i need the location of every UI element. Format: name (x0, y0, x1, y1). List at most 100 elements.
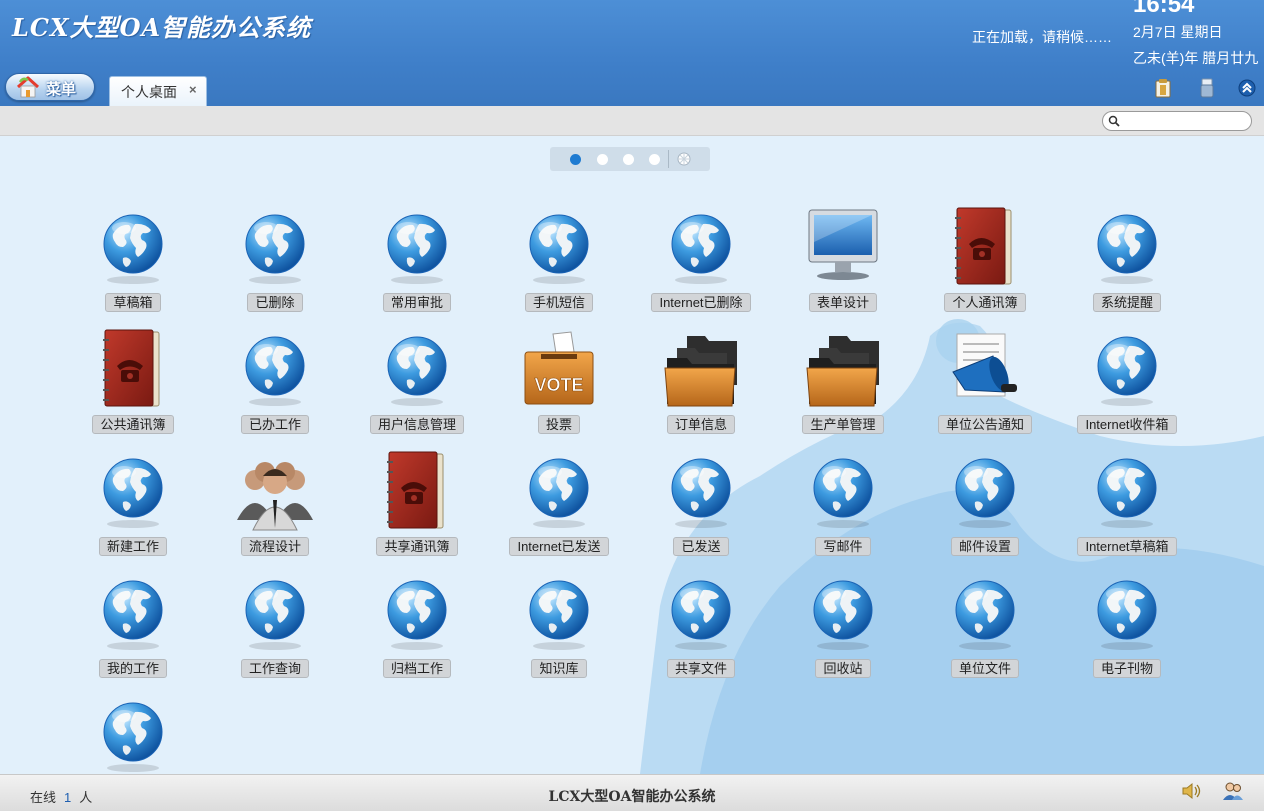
folders-icon (664, 336, 737, 407)
globe-icon (943, 572, 1027, 656)
date-text: 2月7日 星期日 (1133, 24, 1223, 40)
search-input[interactable] (1123, 113, 1247, 129)
desktop-app[interactable]: Internet已删除 (630, 206, 772, 328)
desktop-app[interactable]: 用户信息管理 (346, 328, 488, 450)
app-title: LCX大型OA智能办公系统 (12, 13, 312, 42)
globe-icon (659, 450, 743, 534)
page-dot-4[interactable] (649, 154, 660, 165)
page-dot-3[interactable] (623, 154, 634, 165)
address-book-icon (103, 329, 160, 407)
app-label: 已发送 (673, 537, 729, 556)
search-icon (1108, 115, 1120, 127)
globe-icon (233, 206, 317, 290)
desktop-app[interactable]: 知识库 (488, 572, 630, 694)
app-label: 用户信息管理 (369, 415, 464, 434)
usb-icon[interactable] (1197, 78, 1217, 98)
app-label: 工作查询 (240, 659, 309, 678)
globe-icon (517, 206, 601, 290)
globe-icon (91, 450, 175, 534)
desktop-app[interactable]: Internet收件箱 (1056, 328, 1198, 450)
desktop-app[interactable]: 草稿箱 (62, 206, 204, 328)
desktop-app[interactable] (62, 694, 204, 774)
desktop-app[interactable]: 常用审批 (346, 206, 488, 328)
app-label: 已删除 (247, 293, 303, 312)
close-icon[interactable]: × (189, 82, 197, 97)
globe-icon (91, 206, 175, 290)
app-label: 系统提醒 (1092, 293, 1161, 312)
desktop-app[interactable]: 已删除 (204, 206, 346, 328)
desktop-app[interactable]: Internet已发送 (488, 450, 630, 572)
desktop-app[interactable]: Internet草稿箱 (1056, 450, 1198, 572)
desktop-app[interactable]: 归档工作 (346, 572, 488, 694)
desktop-app[interactable]: 回收站 (772, 572, 914, 694)
globe-icon (801, 572, 885, 656)
page-dot-1[interactable] (570, 154, 581, 165)
search-box[interactable] (1102, 111, 1252, 131)
desktop-app[interactable]: 公共通讯簿 (62, 328, 204, 450)
desktop-app[interactable]: 工作查询 (204, 572, 346, 694)
loading-status: 正在加载，请稍候…… (972, 29, 1112, 45)
app-label: 单位文件 (950, 659, 1019, 678)
header-bar: LCX大型OA智能办公系统 正在加载，请稍候…… 16:54 2月7日 星期日 … (0, 0, 1264, 106)
app-label: 单位公告通知 (937, 415, 1032, 434)
collapse-icon[interactable] (1237, 78, 1257, 98)
desktop-app[interactable]: 单位公告通知 (914, 328, 1056, 450)
svg-text:VOTE: VOTE (534, 375, 583, 395)
desktop-app[interactable]: VOTE 投票 (488, 328, 630, 450)
pager-divider (668, 150, 669, 168)
globe-icon (233, 328, 317, 412)
users-icon[interactable] (1222, 780, 1244, 802)
desktop-app[interactable]: 邮件设置 (914, 450, 1056, 572)
app-label: Internet已发送 (509, 537, 609, 556)
globe-icon (943, 450, 1027, 534)
globe-icon (375, 572, 459, 656)
menu-label: 菜单 (46, 81, 77, 98)
desktop-app[interactable]: 流程设计 (204, 450, 346, 572)
address-book-icon (387, 451, 444, 529)
app-label: 手机短信 (524, 293, 593, 312)
all-apps-icon[interactable] (677, 152, 691, 166)
app-label: 新建工作 (98, 537, 167, 556)
tab-personal-desktop[interactable]: 个人桌面 × (109, 76, 207, 106)
globe-icon (517, 572, 601, 656)
page-indicator (550, 147, 710, 171)
app-label: 常用审批 (382, 293, 451, 312)
app-label: 订单信息 (666, 415, 735, 434)
desktop-app[interactable]: 表单设计 (772, 206, 914, 328)
toolbar (0, 106, 1264, 136)
desktop-app[interactable]: 我的工作 (62, 572, 204, 694)
globe-icon (375, 328, 459, 412)
app-label: 共享通讯簿 (376, 537, 458, 556)
desktop-app[interactable]: 单位文件 (914, 572, 1056, 694)
app-label: 投票 (537, 415, 580, 434)
desktop-app[interactable]: 个人通讯簿 (914, 206, 1056, 328)
globe-icon (375, 206, 459, 290)
app-label: 公共通讯簿 (92, 415, 174, 434)
app-label: 个人通讯簿 (944, 293, 1026, 312)
folders-icon (806, 336, 879, 407)
desktop-app[interactable]: 订单信息 (630, 328, 772, 450)
desktop-app[interactable]: 电子刊物 (1056, 572, 1198, 694)
app-label: 我的工作 (98, 659, 167, 678)
app-label: 写邮件 (815, 537, 871, 556)
menu-button[interactable]: 菜单 (5, 73, 95, 101)
desktop-app[interactable]: 手机短信 (488, 206, 630, 328)
desktop-app[interactable]: 共享文件 (630, 572, 772, 694)
clipboard-icon[interactable] (1153, 78, 1173, 98)
desktop-app[interactable]: 共享通讯簿 (346, 450, 488, 572)
app-label: 知识库 (531, 659, 587, 678)
megaphone-icon (952, 333, 1017, 397)
desktop-app[interactable]: 已办工作 (204, 328, 346, 450)
desktop-app[interactable]: 已发送 (630, 450, 772, 572)
desktop-app[interactable]: 写邮件 (772, 450, 914, 572)
app-label: 已办工作 (240, 415, 309, 434)
desktop-app[interactable]: 新建工作 (62, 450, 204, 572)
speaker-icon[interactable] (1180, 780, 1202, 802)
globe-icon (233, 572, 317, 656)
desktop-app[interactable]: 生产单管理 (772, 328, 914, 450)
app-label: Internet草稿箱 (1077, 537, 1177, 556)
page-dot-2[interactable] (597, 154, 608, 165)
app-label: 表单设计 (808, 293, 877, 312)
app-label: 流程设计 (240, 537, 309, 556)
desktop-app[interactable]: 系统提醒 (1056, 206, 1198, 328)
